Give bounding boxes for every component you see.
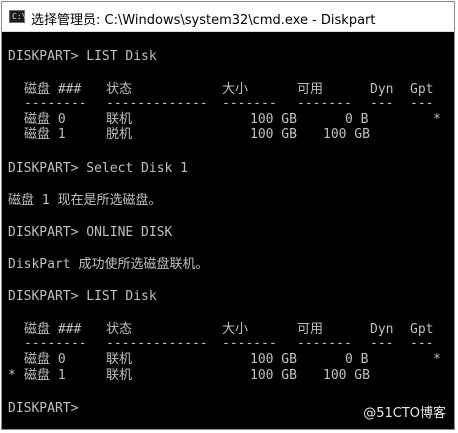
table-row-disk: 磁盘 1	[24, 368, 66, 383]
cmd-window: C:\ 选择管理员: C:\Windows\system32\cmd.exe -…	[1, 1, 455, 430]
table-row-free: 100 GB	[323, 368, 370, 383]
separator-size: -------	[222, 336, 277, 351]
separator-status: -------------	[106, 336, 208, 351]
console-output-line: 磁盘 1 现在是所选磁盘。	[8, 193, 162, 208]
table-row-size: 100 GB	[250, 352, 297, 367]
table-row-disk: 磁盘 0	[24, 112, 66, 127]
window-title: 选择管理员: C:\Windows\system32\cmd.exe - Dis…	[31, 13, 376, 28]
table-row-size: 100 GB	[250, 127, 297, 142]
table-row-disk: 磁盘 0	[24, 352, 66, 367]
separator-dyn: ---	[370, 336, 394, 351]
console-command-line: DISKPART> LIST Disk	[8, 289, 157, 304]
separator-free: -------	[297, 336, 352, 351]
separator-disk: --------	[24, 96, 87, 111]
table-row-selected-marker: *	[8, 368, 16, 383]
watermark: @51CTO博客	[363, 406, 446, 421]
table-row-gpt: *	[433, 112, 441, 127]
separator-size: -------	[222, 96, 277, 111]
console-command-line: DISKPART> ONLINE DISK	[8, 225, 173, 240]
table-row-status: 联机	[106, 352, 133, 367]
cmd-icon-glyph: C:\	[12, 12, 27, 21]
separator-free: -------	[297, 96, 352, 111]
separator-gpt: ---	[410, 336, 434, 351]
table-row-gpt: *	[433, 352, 441, 367]
table-row-disk: 磁盘 1	[24, 127, 66, 142]
console-command-line: DISKPART> Select Disk 1	[8, 161, 189, 176]
separator-status: -------------	[106, 96, 208, 111]
separator-dyn: ---	[370, 96, 394, 111]
table-row-free: 100 GB	[323, 127, 370, 142]
separator-gpt: ---	[410, 96, 434, 111]
cmd-app-icon[interactable]: C:\	[9, 10, 27, 23]
table-row-free: 0 B	[345, 352, 369, 367]
title-bar[interactable]: C:\ 选择管理员: C:\Windows\system32\cmd.exe -…	[2, 2, 454, 32]
console-output-line: DiskPart 成功使所选磁盘联机。	[8, 257, 209, 272]
table-row-size: 100 GB	[250, 112, 297, 127]
table-row-status: 联机	[106, 112, 133, 127]
table-row-status: 联机	[106, 368, 133, 383]
table-row-status: 脱机	[106, 127, 133, 142]
console-command-line: DISKPART> LIST Disk	[8, 49, 157, 64]
console-area[interactable]: DISKPART> LIST Disk 磁盘 ### 状态 大小 可用 Dyn …	[2, 32, 454, 429]
table-row-size: 100 GB	[250, 368, 297, 383]
table-row-free: 0 B	[345, 112, 369, 127]
separator-disk: --------	[24, 336, 87, 351]
console-prompt[interactable]: DISKPART>	[8, 401, 78, 417]
